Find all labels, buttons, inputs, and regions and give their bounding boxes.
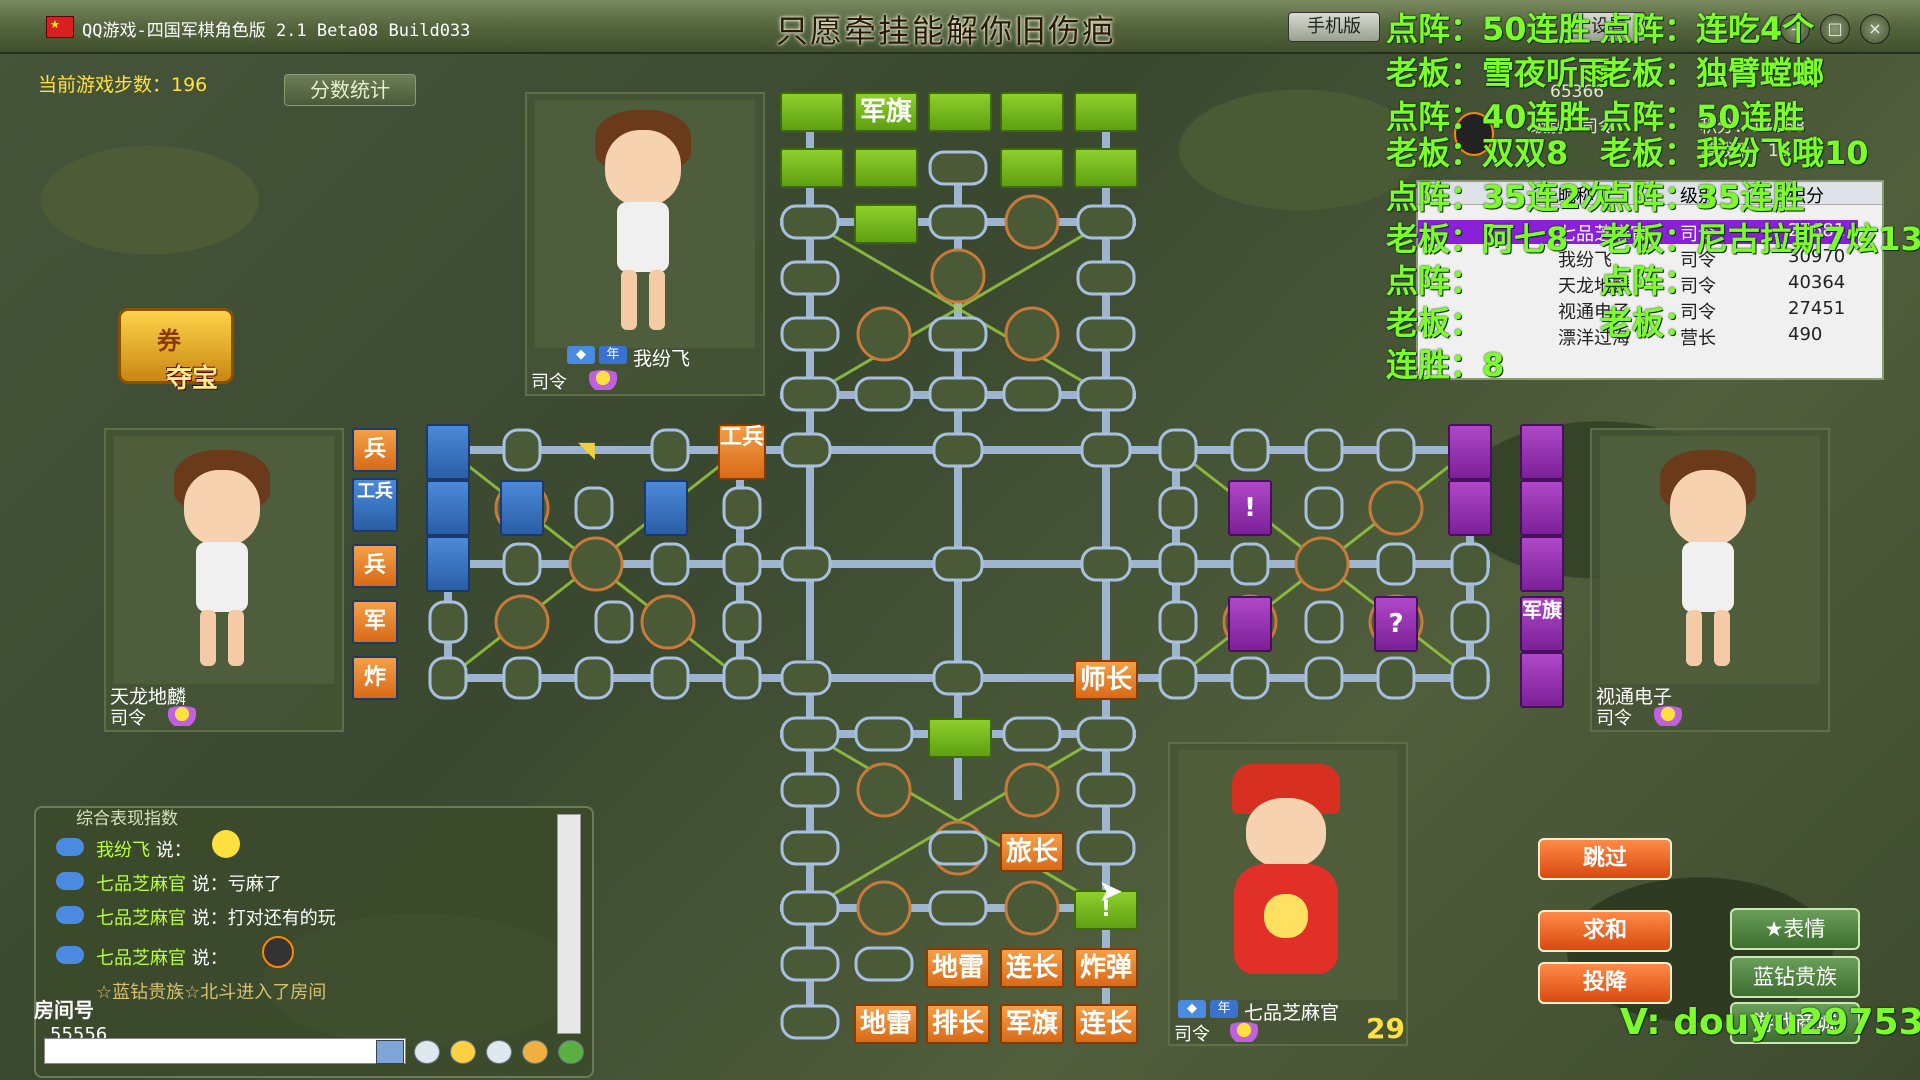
side-label: 兵	[352, 544, 398, 588]
overlay-line: 点阵：	[1386, 262, 1483, 300]
chat-system-line: ☆蓝钻贵族☆北斗进入了房间	[96, 982, 327, 1003]
emoji-icon[interactable]	[450, 1040, 476, 1064]
piece-top[interactable]	[928, 92, 992, 132]
overlay-line: 老板：独臂螳螂	[1600, 54, 1825, 92]
piece-right-marked[interactable]: ?	[1374, 596, 1418, 652]
speaker-icon[interactable]	[486, 1040, 512, 1064]
draw-button[interactable]: 求和	[1538, 910, 1672, 952]
overlay-line: 点阵：35连2次	[1386, 178, 1613, 216]
overlay-contact: V: douyu297535	[1620, 1002, 1920, 1043]
chat-line: 七品芝麻官 说：亏麻了	[96, 874, 282, 895]
overlay-line: 老板：	[1386, 304, 1483, 342]
star-icon: ★	[1764, 917, 1784, 941]
speech-bubble-icon[interactable]	[414, 1040, 440, 1064]
piece-right[interactable]	[1520, 652, 1564, 708]
globe-icon[interactable]	[558, 1040, 584, 1064]
emote-button[interactable]: ★表情	[1730, 908, 1860, 950]
diamond-icon	[56, 838, 84, 856]
room-label: 房间号	[34, 998, 94, 1022]
piece-bottom[interactable]: 连长	[1000, 948, 1064, 988]
chat-input[interactable]	[44, 1038, 406, 1064]
overlay-line: 老板：	[1600, 304, 1697, 342]
piece-top[interactable]	[854, 204, 918, 244]
overlay-line: 点阵：	[1600, 262, 1697, 300]
piece-left[interactable]	[426, 480, 470, 536]
diamond-icon	[56, 946, 84, 964]
piece-bottom[interactable]: 连长	[1074, 1004, 1138, 1044]
piece-left[interactable]	[426, 424, 470, 480]
piece-top[interactable]	[780, 148, 844, 188]
piece-right[interactable]	[1448, 424, 1492, 480]
piece-left[interactable]	[644, 480, 688, 536]
piece-bottom[interactable]: 军旗	[1000, 1004, 1064, 1044]
piece-bottom[interactable]	[928, 718, 992, 758]
overlay-line: 老板：雪夜听雨	[1386, 54, 1611, 92]
piece-bottom[interactable]: 地雷	[854, 1004, 918, 1044]
side-label: 工兵	[352, 478, 398, 532]
overlay-line: 连胜：8	[1386, 346, 1505, 384]
piece-top[interactable]	[1074, 92, 1138, 132]
piece-division-commander[interactable]: 师长	[1074, 660, 1138, 700]
piece-left[interactable]	[426, 536, 470, 592]
chat-line: 七品芝麻官 说：打对还有的玩	[96, 908, 336, 929]
overlay-line: 老板：阿七8	[1386, 220, 1569, 258]
piece-top[interactable]	[854, 148, 918, 188]
piece-left[interactable]	[500, 480, 544, 536]
side-label: 兵	[352, 428, 398, 472]
piece-bottom[interactable]: 排长	[926, 1004, 990, 1044]
mouse-cursor-icon: ➤	[1098, 874, 1124, 909]
piece-bottom[interactable]: 地雷	[926, 948, 990, 988]
diamond-icon	[56, 906, 84, 924]
piece-top[interactable]	[780, 92, 844, 132]
side-label: 炸	[352, 656, 398, 700]
piece-right[interactable]	[1520, 424, 1564, 480]
smiley-icon	[212, 830, 240, 858]
piece-top[interactable]	[1074, 148, 1138, 188]
penguin-icon	[262, 936, 294, 968]
side-label: 军	[352, 600, 398, 644]
chat-line: 七品芝麻官 说：	[96, 948, 228, 969]
piece-right-marked[interactable]: !	[1228, 480, 1272, 536]
overlay-line: 老板：我纷飞哦10	[1600, 134, 1869, 172]
piece-right[interactable]	[1520, 480, 1564, 536]
overlay-line: 点阵：连吃4个	[1600, 10, 1815, 48]
piece-right[interactable]	[1228, 596, 1272, 652]
diamond-icon	[56, 872, 84, 890]
overlay-line: 老板：双双8	[1386, 134, 1569, 172]
skip-button[interactable]: 跳过	[1538, 838, 1672, 880]
overlay-line: 点阵：35连胜	[1600, 178, 1805, 216]
piece-top[interactable]	[1000, 148, 1064, 188]
overlay-line: 老板：尼古拉斯7炫13	[1600, 220, 1920, 258]
piece-brigadier[interactable]: 旅长	[1000, 832, 1064, 872]
arrow-marker-icon: ◥	[578, 438, 595, 463]
piece-engineer[interactable]: 工兵	[718, 424, 766, 480]
surrender-button[interactable]: 投降	[1538, 962, 1672, 1004]
piece-right-flag[interactable]: 军旗	[1520, 596, 1564, 652]
chat-line: 我纷飞 说：	[96, 840, 192, 861]
piece-top[interactable]	[1000, 92, 1064, 132]
chat-header: 综合表现指数	[76, 809, 178, 829]
piece-top-flag[interactable]: 军旗	[854, 92, 918, 132]
chevron-down-icon[interactable]	[376, 1040, 404, 1064]
piece-bottom[interactable]: 炸弹	[1074, 948, 1138, 988]
piece-right[interactable]	[1520, 536, 1564, 592]
chat-scrollbar[interactable]	[557, 814, 581, 1034]
wrench-icon[interactable]	[522, 1040, 548, 1064]
overlay-line: 点阵：50连胜	[1386, 10, 1591, 48]
piece-right[interactable]	[1448, 480, 1492, 536]
blue-diamond-button[interactable]: 蓝钻贵族	[1730, 956, 1860, 998]
